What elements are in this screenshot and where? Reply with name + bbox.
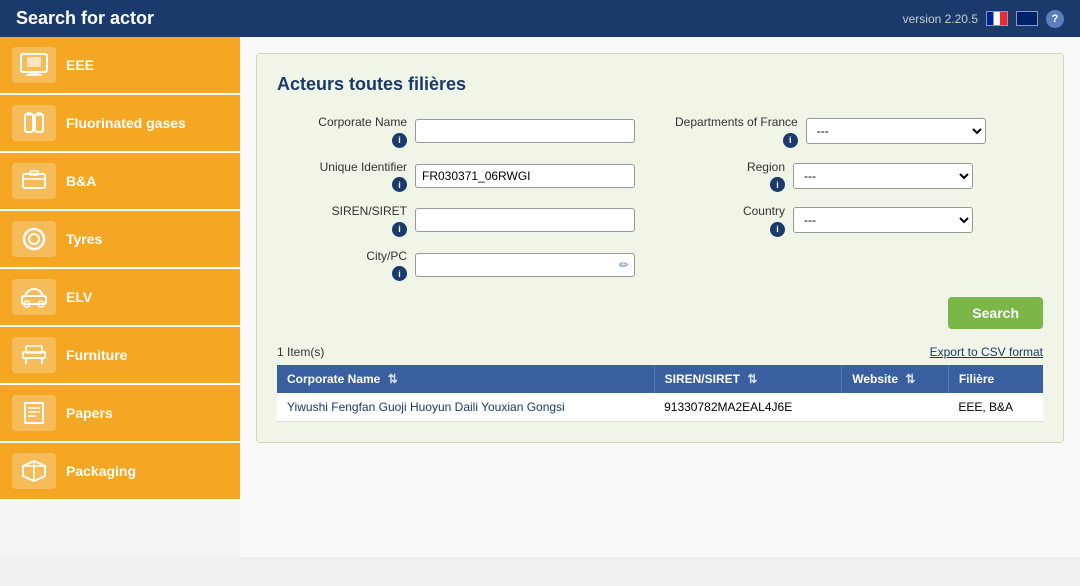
- packaging-icon: [12, 453, 56, 489]
- th-siren-siret[interactable]: SIREN/SIRET ⇅: [654, 365, 842, 393]
- main-layout: EEE Fluorinated gases B&A: [0, 37, 1080, 557]
- content-box: Acteurs toutes filières Corporate Name i: [256, 53, 1064, 443]
- sort-icon-corporate: ⇅: [388, 372, 398, 386]
- th-website[interactable]: Website ⇅: [842, 365, 949, 393]
- form-right: Departments of France i --- Region i: [675, 115, 1043, 281]
- content-area: Acteurs toutes filières Corporate Name i: [240, 37, 1080, 557]
- eee-icon: [12, 47, 56, 83]
- th-corporate-name-label: Corporate Name: [287, 372, 380, 386]
- papers-icon: [12, 395, 56, 431]
- table-header-row: Corporate Name ⇅ SIREN/SIRET ⇅ Website ⇅: [277, 365, 1043, 393]
- sidebar-label-tyres: Tyres: [66, 231, 102, 247]
- search-btn-row: Search: [277, 297, 1043, 329]
- country-select[interactable]: ---: [793, 207, 973, 233]
- city-pc-row: City/PC i ✏: [277, 249, 645, 282]
- th-filiere[interactable]: Filière: [948, 365, 1043, 393]
- th-corporate-name[interactable]: Corporate Name ⇅: [277, 365, 654, 393]
- departments-row: Departments of France i ---: [675, 115, 1043, 148]
- city-pc-input[interactable]: [415, 253, 635, 277]
- sidebar-item-papers[interactable]: Papers: [0, 385, 240, 443]
- search-button[interactable]: Search: [948, 297, 1043, 329]
- siren-siret-input[interactable]: [415, 208, 635, 232]
- results-meta: 1 Item(s) Export to CSV format: [277, 345, 1043, 359]
- td-siren-siret: 91330782MA2EAL4J6E: [654, 393, 842, 422]
- results-table: Corporate Name ⇅ SIREN/SIRET ⇅ Website ⇅: [277, 365, 1043, 422]
- sidebar-item-tyres[interactable]: Tyres: [0, 211, 240, 269]
- flag-fr-icon[interactable]: [986, 11, 1008, 26]
- search-form: Corporate Name i Unique Identifier i: [277, 115, 1043, 281]
- corporate-name-info-icon[interactable]: i: [392, 133, 407, 148]
- country-row: Country i ---: [675, 204, 1043, 237]
- sidebar-label-papers: Papers: [66, 405, 113, 421]
- furniture-icon: [12, 337, 56, 373]
- help-icon[interactable]: ?: [1046, 10, 1064, 28]
- table-row: Yiwushi Fengfan Guoji Huoyun Daili Youxi…: [277, 393, 1043, 422]
- td-website: [842, 393, 949, 422]
- sort-icon-website: ⇅: [905, 372, 915, 386]
- siren-siret-label: SIREN/SIRET: [277, 204, 407, 220]
- sidebar-label-packaging: Packaging: [66, 463, 136, 479]
- unique-identifier-input[interactable]: [415, 164, 635, 188]
- siren-siret-info-icon[interactable]: i: [392, 222, 407, 237]
- header-right: version 2.20.5 ?: [903, 10, 1064, 28]
- td-filiere: EEE, B&A: [948, 393, 1043, 422]
- sort-icon-siren: ⇅: [747, 372, 757, 386]
- results-section: 1 Item(s) Export to CSV format Corporate…: [277, 345, 1043, 422]
- sidebar-label-furniture: Furniture: [66, 347, 127, 363]
- sidebar-label-eee: EEE: [66, 57, 94, 73]
- tyres-icon: [12, 221, 56, 257]
- unique-identifier-row: Unique Identifier i: [277, 160, 645, 193]
- region-info-icon[interactable]: i: [770, 177, 785, 192]
- departments-select[interactable]: ---: [806, 118, 986, 144]
- sidebar-item-furniture[interactable]: Furniture: [0, 327, 240, 385]
- ba-icon: [12, 163, 56, 199]
- sidebar-item-eee[interactable]: EEE: [0, 37, 240, 95]
- th-website-label: Website: [852, 372, 898, 386]
- region-label: Region: [675, 160, 785, 176]
- sidebar-label-ba: B&A: [66, 173, 96, 189]
- page-title: Search for actor: [16, 8, 154, 29]
- region-row: Region i ---: [675, 160, 1043, 193]
- sidebar-item-elv[interactable]: ELV: [0, 269, 240, 327]
- city-pc-info-icon[interactable]: i: [392, 266, 407, 281]
- fluorinated-icon: [12, 105, 56, 141]
- sidebar: EEE Fluorinated gases B&A: [0, 37, 240, 557]
- th-filiere-label: Filière: [959, 372, 994, 386]
- corporate-name-label: Corporate Name: [277, 115, 407, 131]
- city-pc-edit-icon[interactable]: ✏: [619, 258, 629, 272]
- results-count: 1 Item(s): [277, 345, 324, 359]
- region-select[interactable]: ---: [793, 163, 973, 189]
- unique-identifier-label: Unique Identifier: [277, 160, 407, 176]
- version-text: version 2.20.5: [903, 12, 978, 26]
- country-info-icon[interactable]: i: [770, 222, 785, 237]
- corporate-name-row: Corporate Name i: [277, 115, 645, 148]
- departments-info-icon[interactable]: i: [783, 133, 798, 148]
- sidebar-item-packaging[interactable]: Packaging: [0, 443, 240, 501]
- sidebar-item-fluorinated[interactable]: Fluorinated gases: [0, 95, 240, 153]
- td-corporate-name: Yiwushi Fengfan Guoji Huoyun Daili Youxi…: [277, 393, 654, 422]
- export-csv-link[interactable]: Export to CSV format: [930, 345, 1043, 359]
- departments-label: Departments of France: [675, 115, 798, 131]
- elv-icon: [12, 279, 56, 315]
- corporate-name-input[interactable]: [415, 119, 635, 143]
- sidebar-label-fluorinated: Fluorinated gases: [66, 115, 186, 131]
- th-siren-siret-label: SIREN/SIRET: [665, 372, 740, 386]
- country-label: Country: [675, 204, 785, 220]
- sidebar-item-ba[interactable]: B&A: [0, 153, 240, 211]
- sidebar-label-elv: ELV: [66, 289, 92, 305]
- unique-identifier-info-icon[interactable]: i: [392, 177, 407, 192]
- city-pc-label: City/PC: [277, 249, 407, 265]
- siren-siret-row: SIREN/SIRET i: [277, 204, 645, 237]
- form-left: Corporate Name i Unique Identifier i: [277, 115, 645, 281]
- header: Search for actor version 2.20.5 ?: [0, 0, 1080, 37]
- section-title: Acteurs toutes filières: [277, 74, 1043, 95]
- flag-uk-icon[interactable]: [1016, 11, 1038, 26]
- city-pc-input-wrapper: ✏: [415, 253, 635, 277]
